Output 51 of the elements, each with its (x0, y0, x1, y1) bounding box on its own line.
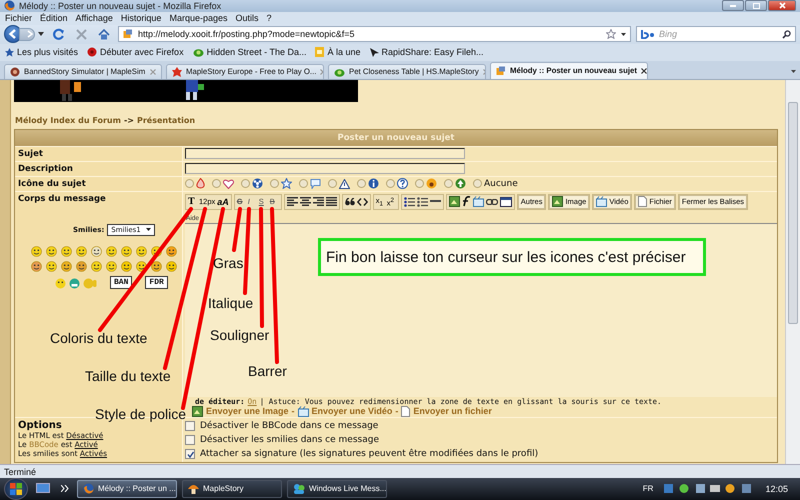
breadcrumb-separator: -> (124, 116, 134, 125)
upload-link[interactable]: Envoyer une Vidéo (312, 406, 392, 416)
field-label: Sujet (15, 146, 183, 161)
annotation-note: Fin bon laisse ton curseur sur les icones c'est préciser (318, 238, 706, 276)
sign-smiley[interactable]: FDR (145, 276, 168, 289)
text-color-button[interactable]: T (187, 194, 198, 209)
checkbox-label: Attacher sa signature (les signatures peuvent être modifiées dans le profil) (200, 449, 538, 460)
window-title: Mélody :: Poster un nouveau sujet - Mozilla Firefox (19, 0, 222, 11)
bookmark-item[interactable]: Les plus visités (5, 47, 78, 58)
annotation-label: Coloris du texte (50, 331, 148, 345)
taskbar-button[interactable]: Windows Live Mess... (287, 480, 387, 498)
font-face-button[interactable]: aA (216, 194, 230, 209)
menu-item[interactable]: Historique (120, 13, 162, 24)
annotation-label: Barrer (248, 364, 287, 378)
menu-item[interactable]: Outils (236, 13, 259, 24)
taskbar-button[interactable]: Mélody :: Poster un ... (77, 480, 177, 498)
form-header: Poster un nouveau sujet (15, 130, 777, 146)
address-bar[interactable]: http://melody.xooit.fr/posting.php?mode=newtopic&f=5 (118, 26, 631, 42)
annotation-label: Taille du texte (85, 369, 171, 383)
annotation-label: Gras (213, 256, 244, 270)
sign-smiley[interactable]: BAN (110, 276, 132, 289)
clock: 12:05 (765, 484, 788, 494)
annotation-label: Souligner (210, 328, 270, 342)
separator-text: - (395, 406, 398, 416)
upload-link[interactable]: Envoyer un fichier (413, 406, 492, 416)
menu-item[interactable]: Marque-pages (169, 13, 228, 24)
bookmark-item[interactable]: Hidden Street - The Da... (192, 47, 306, 58)
taskbar-button[interactable]: MapleStory (182, 480, 282, 498)
field-label: Icône du sujet (15, 176, 183, 191)
options-title: Options (18, 420, 63, 431)
menu-item[interactable]: Édition (40, 13, 68, 24)
checkbox-label: Désactiver les smilies dans ce message (200, 435, 379, 446)
url-text: http://melody.xooit.fr/posting.php?mode=newtopic&f=5 (138, 29, 356, 40)
field-label: Description (15, 162, 183, 176)
separator-text: - (292, 406, 295, 416)
menu-item[interactable]: Affichage (76, 13, 113, 24)
language-indicator[interactable]: FR (642, 484, 654, 494)
checkbox-label: Désactiver le BBCode dans ce message (200, 421, 378, 432)
upload-link[interactable]: Envoyer une Image (206, 406, 289, 416)
menu-item[interactable]: Fichier (5, 13, 32, 24)
breadcrumb-link[interactable]: Mélody Index du Forum (15, 116, 121, 125)
annotation-label: Italique (208, 296, 254, 310)
annotation-label: Style de police (95, 407, 186, 421)
bookmark-item[interactable]: RapidShare: Easy Fileh... (370, 47, 484, 58)
field-label: Corps du message (18, 194, 107, 204)
radio-label: Aucune (484, 178, 518, 189)
breadcrumb-link[interactable]: Présentation (136, 116, 196, 125)
status-text: Terminé (4, 466, 36, 476)
bookmark-item[interactable]: Débuter avec Firefox (87, 47, 184, 58)
menu-item[interactable]: ? (266, 13, 272, 24)
bookmark-item[interactable]: À la une (315, 47, 360, 58)
